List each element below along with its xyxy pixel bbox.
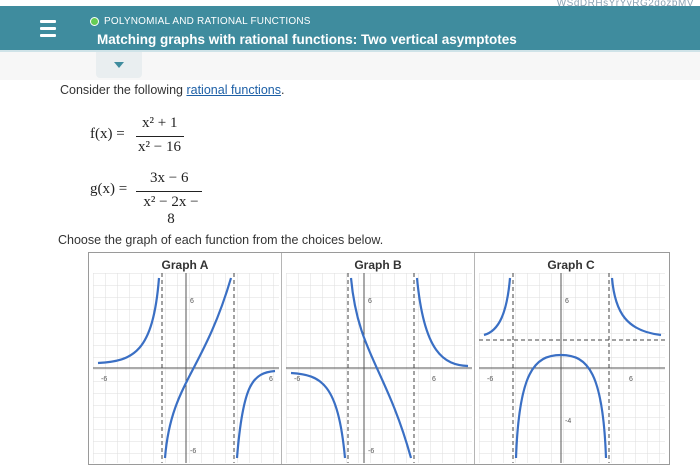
graph-b-tick-y-bot: -6 <box>368 448 374 455</box>
f-lhs: f(x) = <box>90 126 125 142</box>
topic-kicker: POLYNOMIAL AND RATIONAL FUNCTIONS <box>104 16 311 27</box>
graph-c-tick-y-top: 6 <box>565 298 569 305</box>
graph-a-plot: -6 6 6 -6 <box>93 273 279 463</box>
graph-choices: Graph A -6 6 6 -6 Graph B -6 6 6 -6 Grap… <box>88 252 670 465</box>
instruction-text: Choose the graph of each function from t… <box>58 233 384 247</box>
prompt-text: Consider the following <box>60 83 187 97</box>
f-numerator: x² + 1 <box>142 115 178 131</box>
graph-a-label: Graph A <box>161 258 209 272</box>
graph-b-tick-y-top: 6 <box>368 298 372 305</box>
graph-a-tick-x-left: -6 <box>101 376 107 383</box>
status-dot-icon <box>90 17 99 26</box>
page-title: Matching graphs with rational functions:… <box>97 32 517 47</box>
graph-b-panel[interactable]: Graph B -6 6 6 -6 <box>282 253 475 464</box>
graph-b-label: Graph B <box>354 258 402 272</box>
prompt-period: . <box>280 83 285 97</box>
g-lhs: g(x) = <box>90 181 128 197</box>
graph-b-tick-x-left: -6 <box>294 376 300 383</box>
page-header: POLYNOMIAL AND RATIONAL FUNCTIONS Matchi… <box>0 6 700 52</box>
f-denominator: x² − 16 <box>138 139 181 155</box>
g-numerator: 3x − 6 <box>150 170 189 186</box>
graph-c-tick-x-right: 6 <box>629 376 633 383</box>
graph-b-tick-x-right: 6 <box>432 376 436 383</box>
g-denominator: x² − 2x − 8 <box>143 194 199 227</box>
graph-b-plot: -6 6 6 -6 <box>286 273 472 463</box>
graph-c-tick-x-left: -6 <box>487 376 493 383</box>
graph-a-panel[interactable]: Graph A -6 6 6 -6 <box>89 253 282 464</box>
graph-c-label: Graph C <box>547 258 595 272</box>
rational-functions-link[interactable]: rational functions <box>186 83 281 97</box>
graph-c-tick-y-bot2: -4 <box>565 418 571 425</box>
graph-c-plot: -6 6 6 -4 <box>479 273 665 463</box>
graph-a-tick-y-top: 6 <box>190 298 194 305</box>
question-prompt: Consider the following rational function… <box>60 83 284 97</box>
graph-a-tick-x-right: 6 <box>269 376 273 383</box>
graph-c-panel[interactable]: Graph C -6 6 6 -4 <box>475 253 667 464</box>
menu-icon[interactable] <box>40 20 56 40</box>
expand-chevron-icon[interactable] <box>96 52 142 78</box>
graph-a-tick-y-bot: -6 <box>190 448 196 455</box>
